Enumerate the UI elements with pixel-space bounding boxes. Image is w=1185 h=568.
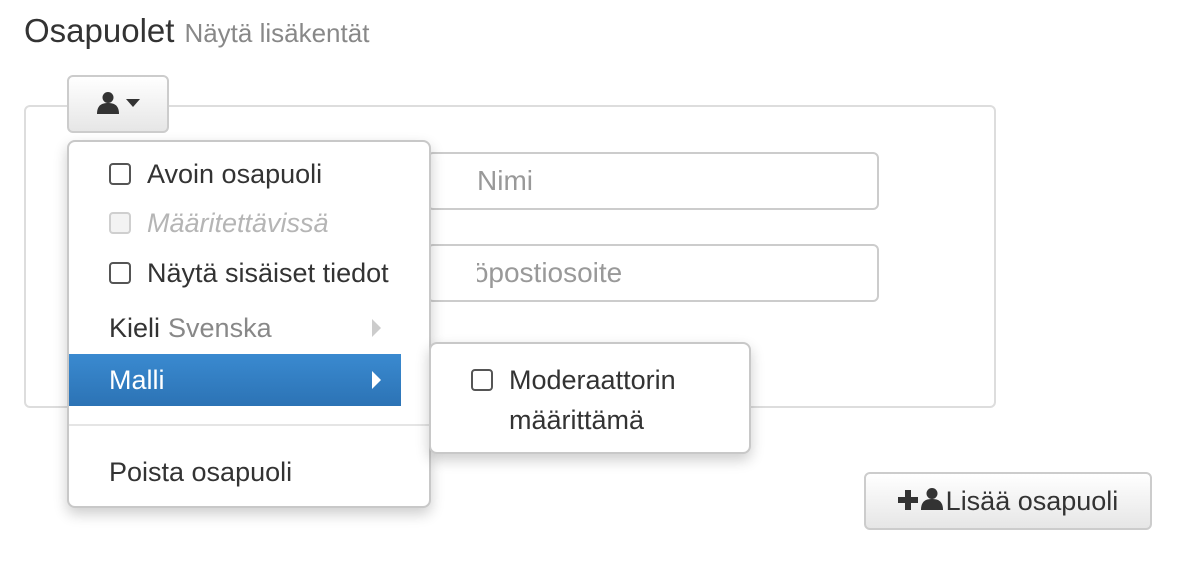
- caret-right-icon: [372, 319, 381, 337]
- party-options-menu: Avoin osapuoli Määritettävissä Näytä sis…: [67, 140, 431, 508]
- menu-item-remove-party[interactable]: Poista osapuoli: [69, 446, 401, 498]
- show-internal-label: Näytä sisäiset tiedot: [147, 257, 389, 288]
- moderator-defined-checkbox[interactable]: [471, 369, 493, 391]
- user-icon: [96, 90, 120, 119]
- section-title: Osapuolet: [24, 12, 175, 49]
- parties-page: Osapuolet Näytä lisäkentät Avoin osapuol…: [0, 0, 1185, 568]
- party-role-dropdown-button[interactable]: [67, 75, 169, 133]
- name-input[interactable]: [427, 152, 879, 210]
- remove-party-label: Poista osapuoli: [109, 456, 293, 487]
- template-submenu: Moderaattorin määrittämä: [429, 342, 751, 454]
- caret-down-icon: [126, 95, 140, 113]
- moderator-defined-label: Moderaattorin määrittämä: [509, 360, 676, 440]
- language-value: Svenska: [168, 312, 272, 343]
- plus-icon: [897, 486, 918, 517]
- menu-item-template[interactable]: Malli: [69, 354, 401, 406]
- template-label: Malli: [109, 364, 165, 395]
- show-extra-fields-link[interactable]: Näytä lisäkentät: [184, 18, 369, 49]
- menu-item-definable: Määritettävissä: [69, 197, 401, 249]
- definable-label: Määritettävissä: [147, 207, 329, 238]
- open-party-label: Avoin osapuoli: [147, 158, 323, 189]
- menu-divider: [69, 424, 429, 426]
- menu-item-show-internal[interactable]: Näytä sisäiset tiedot: [69, 247, 401, 299]
- moderator-defined-line1: Moderaattorin: [509, 365, 676, 395]
- user-icon: [920, 486, 944, 517]
- submenu-item-moderator-defined[interactable]: Moderaattorin määrittämä: [471, 360, 676, 440]
- caret-right-icon: [372, 371, 381, 389]
- definable-checkbox: [109, 212, 131, 234]
- menu-item-language[interactable]: Kieli Svenska: [69, 302, 401, 354]
- moderator-defined-line2: määrittämä: [509, 405, 645, 435]
- language-label: Kieli: [109, 312, 161, 343]
- add-party-button[interactable]: Lisää osapuoli: [864, 472, 1152, 530]
- section-heading: Osapuolet Näytä lisäkentät: [24, 12, 369, 50]
- menu-item-open-party[interactable]: Avoin osapuoli: [69, 148, 401, 200]
- show-internal-checkbox[interactable]: [109, 262, 131, 284]
- email-input[interactable]: [427, 244, 879, 302]
- open-party-checkbox[interactable]: [109, 163, 131, 185]
- add-party-label: Lisää osapuoli: [945, 485, 1119, 516]
